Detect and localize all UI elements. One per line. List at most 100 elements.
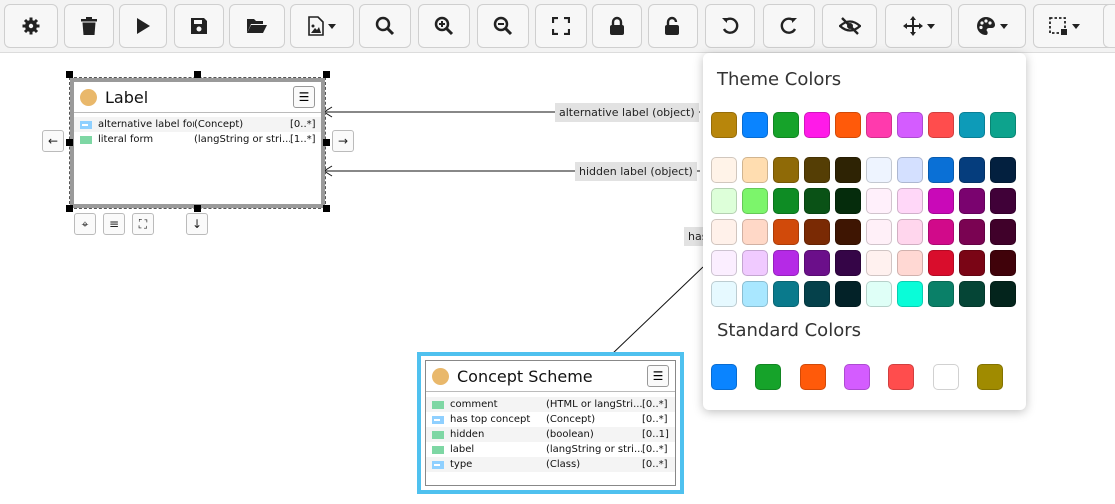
theme-color-swatch[interactable] (835, 112, 861, 138)
theme-shade-swatch[interactable] (897, 250, 923, 276)
theme-color-swatch[interactable] (928, 112, 954, 138)
theme-shade-swatch[interactable] (897, 219, 923, 245)
theme-color-swatch[interactable] (804, 112, 830, 138)
theme-shade-swatch[interactable] (928, 188, 954, 214)
standard-color-swatch[interactable] (888, 364, 914, 390)
theme-shade-swatch[interactable] (711, 157, 737, 183)
theme-color-swatch[interactable] (742, 112, 768, 138)
theme-shade-swatch[interactable] (773, 188, 799, 214)
save-button[interactable] (174, 4, 224, 48)
theme-color-swatch[interactable] (866, 112, 892, 138)
arrow-left-icon[interactable]: ← (42, 130, 64, 152)
undo-button[interactable] (705, 4, 755, 48)
resize-handle[interactable] (194, 205, 201, 212)
resize-handle[interactable] (66, 139, 73, 146)
lock-button[interactable] (592, 4, 642, 48)
theme-shade-swatch[interactable] (835, 157, 861, 183)
theme-shade-swatch[interactable] (835, 219, 861, 245)
theme-shade-swatch[interactable] (990, 188, 1016, 214)
settings-button[interactable] (4, 4, 58, 48)
theme-shade-swatch[interactable] (742, 157, 768, 183)
theme-shade-swatch[interactable] (928, 219, 954, 245)
theme-shade-swatch[interactable] (959, 219, 985, 245)
theme-shade-swatch[interactable] (959, 157, 985, 183)
hide-button[interactable] (822, 4, 877, 48)
theme-shade-swatch[interactable] (711, 250, 737, 276)
theme-shade-swatch[interactable] (711, 188, 737, 214)
theme-shade-swatch[interactable] (742, 219, 768, 245)
open-folder-button[interactable] (229, 4, 285, 48)
theme-shade-swatch[interactable] (928, 250, 954, 276)
theme-color-swatch[interactable] (711, 112, 737, 138)
theme-shade-swatch[interactable] (866, 188, 892, 214)
arrow-down-icon[interactable]: ↓ (186, 213, 208, 235)
theme-shade-swatch[interactable] (990, 281, 1016, 307)
theme-shade-swatch[interactable] (866, 157, 892, 183)
sliders-icon[interactable]: ≡ (103, 213, 125, 235)
property-row[interactable]: literal form (langString or stri... [1..*] (74, 132, 321, 147)
standard-color-swatch[interactable] (800, 364, 826, 390)
theme-shade-swatch[interactable] (773, 281, 799, 307)
concept-scheme-class-node[interactable]: Concept Scheme ☰ comment (HTML or langStr… (417, 352, 684, 494)
theme-shade-swatch[interactable] (804, 281, 830, 307)
theme-shade-swatch[interactable] (928, 281, 954, 307)
resize-handle[interactable] (194, 71, 201, 78)
standard-color-swatch[interactable] (755, 364, 781, 390)
theme-shade-swatch[interactable] (866, 281, 892, 307)
theme-shade-swatch[interactable] (835, 281, 861, 307)
edge-label-hidden-label[interactable]: hidden label (object) (575, 162, 697, 181)
property-row[interactable]: comment (HTML or langStri... [0..*] (426, 397, 675, 412)
theme-shade-swatch[interactable] (804, 219, 830, 245)
redo-button[interactable] (763, 4, 815, 48)
resize-handle[interactable] (323, 205, 330, 212)
standard-color-swatch[interactable] (844, 364, 870, 390)
theme-color-swatch[interactable] (990, 112, 1016, 138)
property-row[interactable]: label (langString or stri... [0..*] (426, 442, 675, 457)
theme-color-swatch[interactable] (897, 112, 923, 138)
theme-shade-swatch[interactable] (773, 157, 799, 183)
focus-target-icon[interactable]: ⌖ (74, 213, 96, 235)
move-button[interactable] (885, 4, 952, 48)
resize-handle[interactable] (66, 205, 73, 212)
theme-color-swatch[interactable] (959, 112, 985, 138)
property-row[interactable]: alternative label for (Concept) [0..*] (74, 117, 321, 132)
theme-shade-swatch[interactable] (959, 188, 985, 214)
theme-shade-swatch[interactable] (990, 219, 1016, 245)
unlock-button[interactable] (648, 4, 698, 48)
property-row[interactable]: hidden (boolean) [0..1] (426, 427, 675, 442)
theme-shade-swatch[interactable] (773, 250, 799, 276)
color-palette-button[interactable] (958, 4, 1026, 48)
theme-shade-swatch[interactable] (711, 281, 737, 307)
theme-shade-swatch[interactable] (990, 250, 1016, 276)
label-class-node[interactable]: Label ☰ alternative label for (Concept) [0… (69, 77, 326, 209)
theme-shade-swatch[interactable] (742, 250, 768, 276)
theme-shade-swatch[interactable] (866, 250, 892, 276)
theme-shade-swatch[interactable] (742, 281, 768, 307)
theme-shade-swatch[interactable] (897, 188, 923, 214)
theme-shade-swatch[interactable] (866, 219, 892, 245)
standard-color-swatch[interactable] (933, 364, 959, 390)
edge-label-alternative-label[interactable]: alternative label (object) (555, 103, 699, 122)
theme-shade-swatch[interactable] (804, 250, 830, 276)
theme-shade-swatch[interactable] (835, 188, 861, 214)
theme-shade-swatch[interactable] (804, 188, 830, 214)
theme-shade-swatch[interactable] (959, 281, 985, 307)
theme-shade-swatch[interactable] (897, 157, 923, 183)
expand-icon[interactable]: ⛶ (132, 213, 154, 235)
standard-color-swatch[interactable] (711, 364, 737, 390)
theme-shade-swatch[interactable] (835, 250, 861, 276)
export-image-button[interactable] (290, 4, 354, 48)
resize-handle[interactable] (323, 139, 330, 146)
theme-shade-swatch[interactable] (897, 281, 923, 307)
property-row[interactable]: has top concept (Concept) [0..*] (426, 412, 675, 427)
arrow-right-icon[interactable]: → (332, 130, 354, 152)
zoom-in-button[interactable] (418, 4, 470, 48)
theme-shade-swatch[interactable] (773, 219, 799, 245)
theme-color-swatch[interactable] (773, 112, 799, 138)
theme-shade-swatch[interactable] (711, 219, 737, 245)
theme-shade-swatch[interactable] (928, 157, 954, 183)
delete-button[interactable] (64, 4, 114, 48)
search-button[interactable] (359, 4, 411, 48)
fit-screen-button[interactable] (535, 4, 587, 48)
overflow-button[interactable] (1103, 4, 1115, 48)
